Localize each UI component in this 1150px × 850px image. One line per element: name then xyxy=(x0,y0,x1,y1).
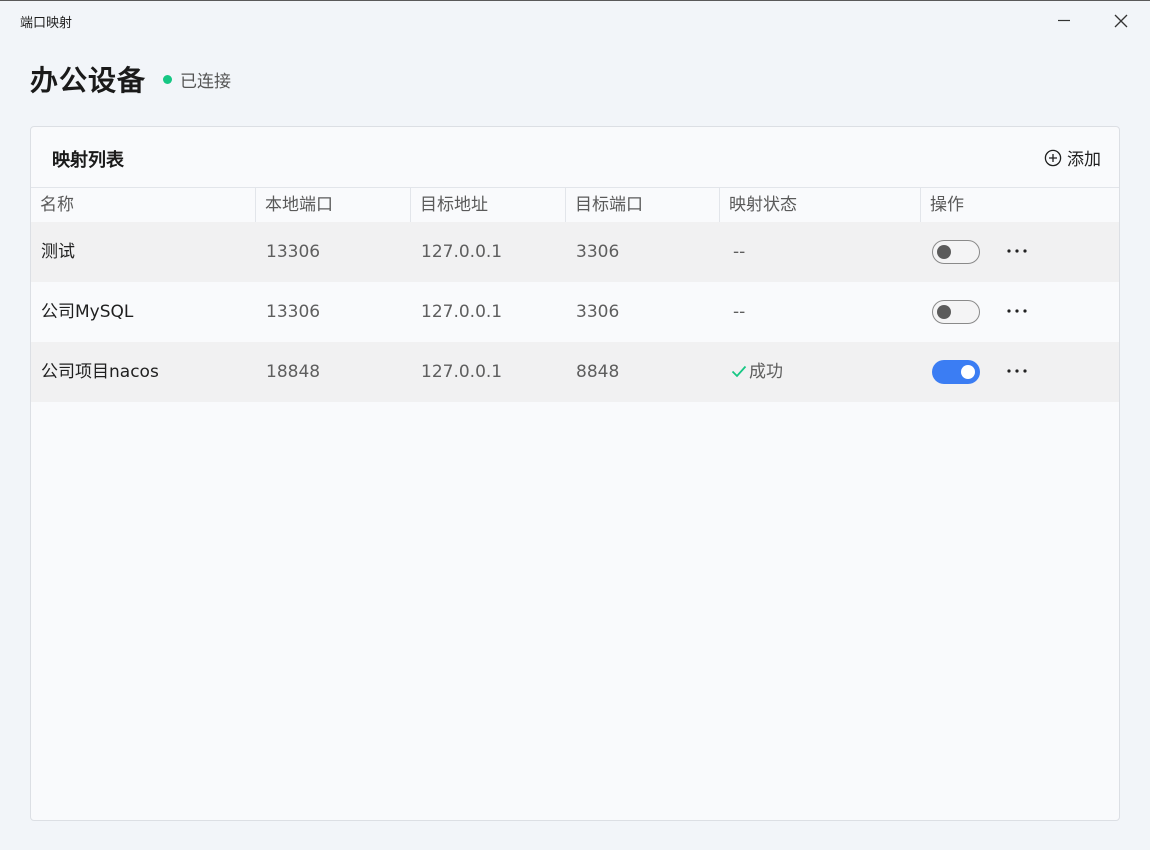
table-row: 公司项目nacos 18848 127.0.0.1 8848 成功 xyxy=(31,342,1119,402)
row-target-address: 127.0.0.1 xyxy=(421,302,503,322)
row-status: 成功 xyxy=(731,342,783,402)
col-header-local-port: 本地端口 xyxy=(255,188,410,222)
row-target-port: 8848 xyxy=(576,362,620,382)
minimize-button[interactable] xyxy=(1046,7,1082,35)
col-header-name: 名称 xyxy=(40,195,74,215)
row-target-address: 127.0.0.1 xyxy=(421,362,503,382)
more-button[interactable] xyxy=(1003,237,1031,265)
table-row: 公司MySQL 13306 127.0.0.1 3306 -- xyxy=(31,282,1119,342)
col-header-mapping-status: 映射状态 xyxy=(719,188,920,222)
col-header-target-address: 目标地址 xyxy=(410,188,565,222)
more-dots-icon xyxy=(1007,309,1027,313)
toggle-knob xyxy=(937,305,951,319)
table-row: 测试 13306 127.0.0.1 3306 -- xyxy=(31,222,1119,282)
check-icon xyxy=(731,365,747,377)
more-button[interactable] xyxy=(1003,297,1031,325)
row-local-port: 18848 xyxy=(266,362,321,382)
more-dots-icon xyxy=(1007,249,1027,253)
add-button[interactable]: 添加 xyxy=(1044,145,1101,170)
connection-status: 已连接 xyxy=(180,71,232,92)
more-button[interactable] xyxy=(1003,357,1031,385)
device-name: 办公设备 xyxy=(30,64,147,97)
row-status: -- xyxy=(733,302,746,322)
row-status: -- xyxy=(733,242,746,262)
toggle-knob xyxy=(961,365,975,379)
device-header: 办公设备 已连接 xyxy=(30,59,231,99)
row-target-address: 127.0.0.1 xyxy=(421,242,503,262)
toggle-knob xyxy=(937,245,951,259)
mapping-toggle[interactable] xyxy=(932,300,980,324)
status-dot xyxy=(163,74,173,84)
row-status-text: 成功 xyxy=(749,362,783,382)
title-bar: 端口映射 xyxy=(0,1,1150,41)
row-local-port: 13306 xyxy=(266,302,321,322)
mapping-panel: 映射列表 添加 名称 本地端口 目标地址 目标端口 映射状态 操作 测试 133… xyxy=(30,126,1120,821)
close-icon xyxy=(1114,14,1128,28)
row-target-port: 3306 xyxy=(576,242,620,262)
row-target-port: 3306 xyxy=(576,302,620,322)
close-button[interactable] xyxy=(1103,7,1139,35)
mapping-toggle[interactable] xyxy=(932,360,980,384)
row-name: 测试 xyxy=(41,242,75,262)
row-name: 公司MySQL xyxy=(41,302,134,322)
minimize-icon xyxy=(1058,19,1070,22)
col-header-target-port: 目标端口 xyxy=(565,188,719,222)
row-local-port: 13306 xyxy=(266,242,321,262)
plus-circle-icon xyxy=(1044,149,1062,166)
panel-title: 映射列表 xyxy=(52,150,124,171)
more-dots-icon xyxy=(1007,369,1027,373)
mapping-toggle[interactable] xyxy=(932,240,980,264)
add-button-label: 添加 xyxy=(1067,150,1101,170)
row-name: 公司项目nacos xyxy=(41,362,159,382)
col-header-actions: 操作 xyxy=(920,188,1119,222)
table-header: 名称 本地端口 目标地址 目标端口 映射状态 操作 xyxy=(31,188,1119,222)
window-title: 端口映射 xyxy=(20,16,73,31)
panel-header: 映射列表 添加 xyxy=(31,127,1119,188)
